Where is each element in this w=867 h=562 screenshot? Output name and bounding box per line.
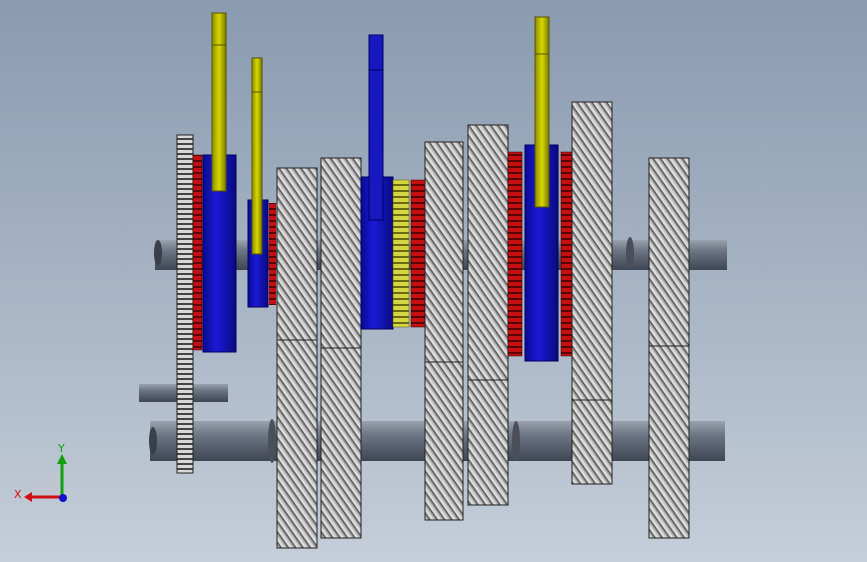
gearbox-assembly-model[interactable] [0,0,867,562]
synchro-ring-2[interactable] [410,179,426,328]
synchro-ring-1[interactable] [192,154,203,351]
z-axis-dot [59,494,67,502]
cad-viewport[interactable]: X Y [0,0,867,562]
shift-fork-3-4[interactable] [251,57,263,255]
shift-fork-reverse[interactable] [534,16,550,208]
shift-fork-5-6[interactable] [368,34,384,221]
helical-gear-pair-1[interactable] [276,167,318,549]
helical-gear-pair-3[interactable] [424,141,464,521]
helical-gear-pair-5[interactable] [571,101,613,485]
y-axis-label: Y [57,442,65,455]
helical-gear-pair-6[interactable] [648,157,690,539]
synchro-ring-3[interactable] [507,151,523,357]
reverse-spur-gear[interactable] [176,134,194,474]
coordinate-triad-icon: X Y [14,442,67,502]
shift-fork-1-2[interactable] [211,12,227,192]
helical-gear-pair-4[interactable] [467,124,509,506]
x-axis-label: X [14,488,22,501]
idler-gear[interactable] [392,179,410,328]
helical-gear-pair-2[interactable] [320,157,362,539]
synchro-ring-4[interactable] [560,151,574,357]
